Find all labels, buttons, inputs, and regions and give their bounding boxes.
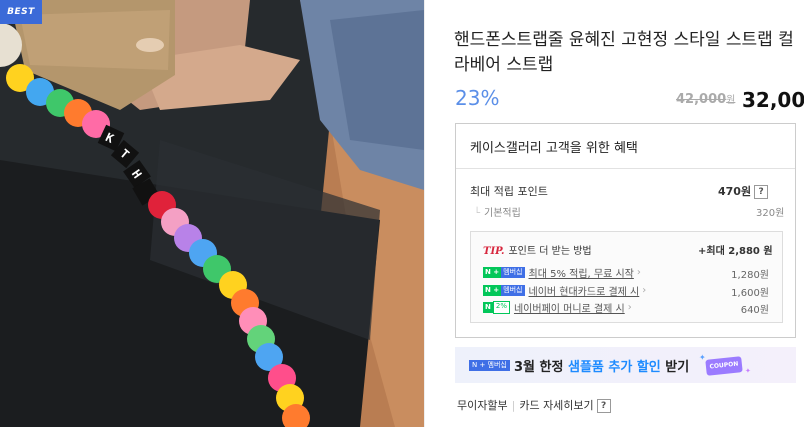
- best-badge: BEST: [0, 0, 42, 24]
- tip-row-pay-money[interactable]: N 2% 네이버페이 머니로 결제 시 ›: [483, 300, 632, 315]
- chevron-right-icon: ›: [627, 302, 632, 313]
- membership-badge: N + 멤버십: [469, 360, 510, 371]
- price-row: 23% 42,000원 32,000원: [454, 86, 804, 114]
- original-price-unit: 원: [726, 95, 736, 106]
- tip-amount-membership: 1,280원: [731, 270, 769, 281]
- product-info: 핸드폰스트랩줄 윤혜진 고현정 스타일 스트랩 컬 라베어 스트랩 23% 42…: [441, 0, 804, 427]
- benefit-box: 케이스갤러리 고객을 위한 혜택 최대 적립 포인트 470원? └ 기본적립 3…: [455, 123, 796, 338]
- help-icon[interactable]: ?: [754, 185, 769, 199]
- naver-plus-badge: N +: [483, 285, 502, 296]
- base-points-value: 320원: [756, 208, 785, 219]
- help-icon[interactable]: ?: [596, 399, 611, 413]
- tip-heading: TIP. 포인트 더 받는 방법: [483, 242, 592, 257]
- promo-text-post: 받기: [660, 360, 690, 375]
- tip-heading-text: 포인트 더 받는 방법: [508, 246, 592, 257]
- naver-plus-badge: N +: [483, 267, 502, 278]
- max-points-amount: 470원: [718, 185, 752, 198]
- tip-box: TIP. 포인트 더 받는 방법 +최대 2,880 원 N + 멤버십 최대 5% …: [470, 231, 783, 323]
- promo-text-highlight: 샘플품 추가 할인: [567, 360, 661, 375]
- membership-badge: 멤버십: [501, 267, 525, 278]
- discount-rate: 23%: [455, 86, 500, 110]
- naver-pay-badge: N: [483, 302, 493, 313]
- benefit-divider: [456, 168, 795, 169]
- tip-row-membership[interactable]: N + 멤버십 최대 5% 적립, 무료 시작 ›: [483, 265, 641, 280]
- tip-link-pay-money[interactable]: 네이버페이 머니로 결제 시: [514, 304, 625, 315]
- product-photo: [0, 0, 424, 427]
- sparkle-icon: ✦: [745, 367, 751, 375]
- promo-text: 3월 한정 샘플품 추가 할인 받기: [514, 356, 689, 375]
- separator: |: [511, 399, 516, 412]
- percent-badge: 2%: [492, 301, 510, 314]
- tip-amount-card: 1,600원: [731, 288, 769, 299]
- base-points-text: 기본적립: [484, 208, 521, 219]
- sale-price: 32,000원: [742, 88, 804, 112]
- tip-row-card[interactable]: N + 멤버십 네이버 현대카드로 결제 시 ›: [483, 283, 647, 298]
- original-price-value: 42,000: [676, 92, 727, 107]
- max-points-label: 최대 적립 포인트: [470, 185, 548, 198]
- membership-badge: 멤버십: [501, 285, 525, 296]
- chevron-right-icon: ›: [642, 285, 647, 296]
- card-details-link[interactable]: 카드 자세히보기: [519, 399, 593, 412]
- benefit-title: 케이스갤러리 고객을 위한 혜택: [470, 141, 638, 156]
- tip-max: +최대 2,880 원: [698, 246, 773, 257]
- tip-link-card[interactable]: 네이버 현대카드로 결제 시: [529, 287, 640, 298]
- original-price: 42,000원: [676, 91, 735, 107]
- installment-row: 무이자할부 | 카드 자세히보기?: [457, 397, 611, 413]
- chevron-right-icon: ›: [636, 267, 641, 278]
- product-title: 핸드폰스트랩줄 윤혜진 고현정 스타일 스트랩 컬 라베어 스트랩: [454, 28, 804, 78]
- panel-divider: [424, 0, 425, 427]
- product-title-line2: 라베어 스트랩: [454, 55, 554, 75]
- product-image[interactable]: K T H BEST: [0, 0, 424, 427]
- max-points-value: 470원?: [718, 183, 769, 199]
- promo-text-pre: 3월 한정: [514, 360, 568, 375]
- tip-amount-pay-money: 640원: [740, 305, 769, 316]
- tip-label: TIP.: [483, 246, 505, 257]
- base-points-label: └ 기본적립: [474, 204, 521, 219]
- product-title-line1: 핸드폰스트랩줄 윤혜진 고현정 스타일 스트랩 컬: [454, 30, 794, 50]
- promo-banner[interactable]: N + 멤버십 3월 한정 샘플품 추가 할인 받기 ✦ COUPON ✦: [455, 347, 796, 383]
- coupon-icon: COUPON: [705, 356, 743, 376]
- tip-link-membership[interactable]: 최대 5% 적립, 무료 시작: [529, 269, 634, 280]
- installment-link[interactable]: 무이자할부: [457, 399, 508, 412]
- indent-corner-icon: └: [474, 208, 481, 219]
